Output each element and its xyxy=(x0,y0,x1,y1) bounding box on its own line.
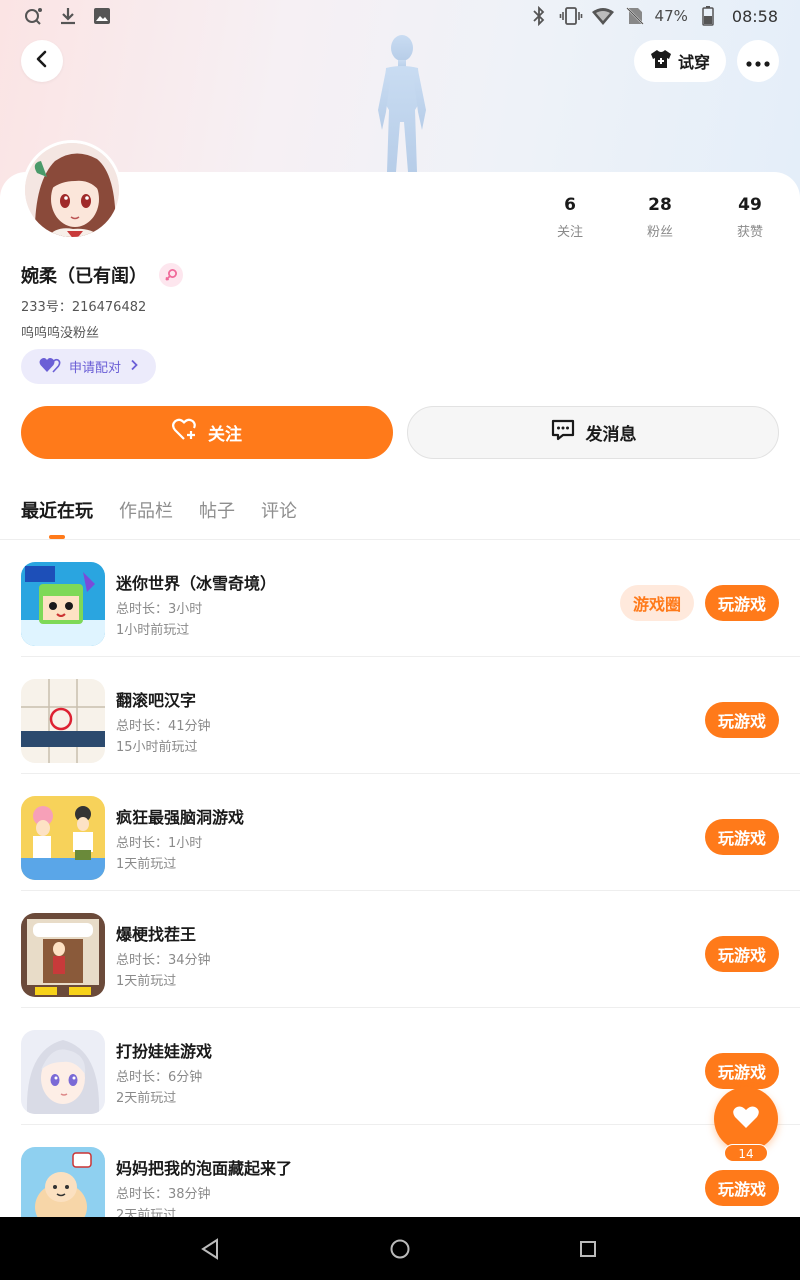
search-key-icon xyxy=(22,4,46,28)
more-options-button[interactable] xyxy=(737,40,779,82)
tab-works[interactable]: 作品栏 xyxy=(119,497,173,539)
game-duration: 总时长：38分钟 xyxy=(116,1187,211,1202)
try-on-button[interactable]: 试穿 xyxy=(634,40,726,82)
nav-back-icon[interactable] xyxy=(196,1235,224,1263)
game-last-played: 15小时前玩过 xyxy=(116,740,198,755)
clock: 08:58 xyxy=(731,6,778,26)
stat-following[interactable]: 6 关注 xyxy=(530,195,610,240)
game-duration: 总时长：3小时 xyxy=(116,602,203,617)
game-duration: 总时长：6分钟 xyxy=(116,1070,203,1085)
stat-followers-label: 粉丝 xyxy=(646,225,673,240)
tab-posts[interactable]: 帖子 xyxy=(199,497,235,539)
game-icon-mini-world[interactable] xyxy=(21,562,105,646)
game-title: 妈妈把我的泡面藏起来了 xyxy=(116,1159,293,1178)
nav-recents-icon[interactable] xyxy=(574,1235,602,1263)
game-icon-find-difference[interactable] xyxy=(21,913,105,997)
back-arrow-icon xyxy=(33,50,51,72)
game-title: 疯狂最强脑洞游戏 xyxy=(116,808,245,827)
game-title: 翻滚吧汉字 xyxy=(116,691,197,710)
system-navigation-bar xyxy=(0,1217,800,1280)
send-message-button[interactable]: 发消息 xyxy=(407,406,779,459)
play-game-button[interactable]: 玩游戏 xyxy=(705,1170,779,1206)
follow-button[interactable]: 关注 xyxy=(21,406,393,459)
game-duration: 总时长：1小时 xyxy=(116,836,203,851)
game-icon-hanzi[interactable] xyxy=(21,679,105,763)
game-title: 迷你世界（冰雪奇境） xyxy=(116,574,277,593)
back-button[interactable] xyxy=(21,40,63,82)
nav-home-icon[interactable] xyxy=(386,1235,414,1263)
stat-following-label: 关注 xyxy=(556,225,583,240)
tab-comments[interactable]: 评论 xyxy=(261,497,297,539)
stat-likes[interactable]: 49 获赞 xyxy=(710,195,790,240)
list-item[interactable]: 翻滚吧汉字 总时长：41分钟 15小时前玩过 玩游戏 xyxy=(21,657,800,774)
heart-icon xyxy=(732,1105,760,1133)
follow-label: 关注 xyxy=(208,425,242,445)
chevron-right-icon xyxy=(129,359,139,375)
game-duration: 总时长：34分钟 xyxy=(116,953,211,968)
vibrate-icon xyxy=(559,4,583,28)
profile-tabs: 最近在玩 作品栏 帖子 评论 xyxy=(21,497,297,539)
apply-match-label: 申请配对 xyxy=(69,361,122,376)
more-dots-icon xyxy=(746,52,770,71)
play-game-button[interactable]: 玩游戏 xyxy=(705,819,779,855)
game-icon-brain-hole[interactable] xyxy=(21,796,105,880)
game-last-played: 1天前玩过 xyxy=(116,857,177,872)
image-icon xyxy=(90,4,114,28)
female-gender-icon xyxy=(159,263,183,287)
game-title: 打扮娃娃游戏 xyxy=(116,1042,213,1061)
tab-recently-played[interactable]: 最近在玩 xyxy=(21,497,93,539)
stat-likes-value: 49 xyxy=(738,195,762,215)
stat-followers-value: 28 xyxy=(648,195,672,215)
game-circle-button[interactable]: 游戏圈 xyxy=(620,585,694,621)
status-bar: 47% 08:58 xyxy=(0,0,800,34)
avatar-figure-silhouette xyxy=(360,30,440,175)
wifi-icon xyxy=(591,4,615,28)
game-last-played: 1天前玩过 xyxy=(116,974,177,989)
like-count-badge: 14 xyxy=(724,1144,768,1162)
tshirt-icon xyxy=(650,49,672,73)
send-message-label: 发消息 xyxy=(585,425,637,445)
game-title: 爆梗找茬王 xyxy=(116,925,197,944)
download-icon xyxy=(56,4,80,28)
play-game-button[interactable]: 玩游戏 xyxy=(705,936,779,972)
play-game-button[interactable]: 玩游戏 xyxy=(705,585,779,621)
stat-likes-label: 获赞 xyxy=(736,225,763,240)
profile-uid: 233号：216476482 xyxy=(21,300,147,315)
heart-pair-icon xyxy=(39,357,61,377)
game-last-played: 2天前玩过 xyxy=(116,1091,177,1106)
no-sim-icon xyxy=(623,4,647,28)
game-duration: 总时长：41分钟 xyxy=(116,719,211,734)
like-floating-button[interactable] xyxy=(714,1087,778,1151)
list-item[interactable]: 打扮娃娃游戏 总时长：6分钟 2天前玩过 玩游戏 xyxy=(21,1008,800,1125)
profile-name: 婉柔（已有闺） xyxy=(21,266,147,287)
profile-name-row: 婉柔（已有闺） xyxy=(21,262,183,288)
game-icon-dress-up-doll[interactable] xyxy=(21,1030,105,1114)
stat-following-value: 6 xyxy=(564,195,576,215)
bluetooth-icon xyxy=(527,4,551,28)
list-item[interactable]: 迷你世界（冰雪奇境） 总时长：3小时 1小时前玩过 游戏圈 玩游戏 xyxy=(21,540,800,657)
play-game-button[interactable]: 玩游戏 xyxy=(705,702,779,738)
heart-plus-icon xyxy=(172,418,198,447)
battery-percentage: 47% xyxy=(654,7,688,25)
list-item[interactable]: 疯狂最强脑洞游戏 总时长：1小时 1天前玩过 玩游戏 xyxy=(21,774,800,891)
stat-followers[interactable]: 28 粉丝 xyxy=(620,195,700,240)
avatar[interactable] xyxy=(22,140,122,240)
chat-bubble-icon xyxy=(550,418,576,447)
play-game-button[interactable]: 玩游戏 xyxy=(705,1053,779,1089)
list-item[interactable]: 爆梗找茬王 总时长：34分钟 1天前玩过 玩游戏 xyxy=(21,891,800,1008)
game-last-played: 1小时前玩过 xyxy=(116,623,190,638)
try-on-label: 试穿 xyxy=(677,53,710,72)
battery-icon xyxy=(696,4,720,28)
profile-bio: 呜呜呜没粉丝 xyxy=(21,326,100,341)
apply-match-button[interactable]: 申请配对 xyxy=(21,349,156,384)
